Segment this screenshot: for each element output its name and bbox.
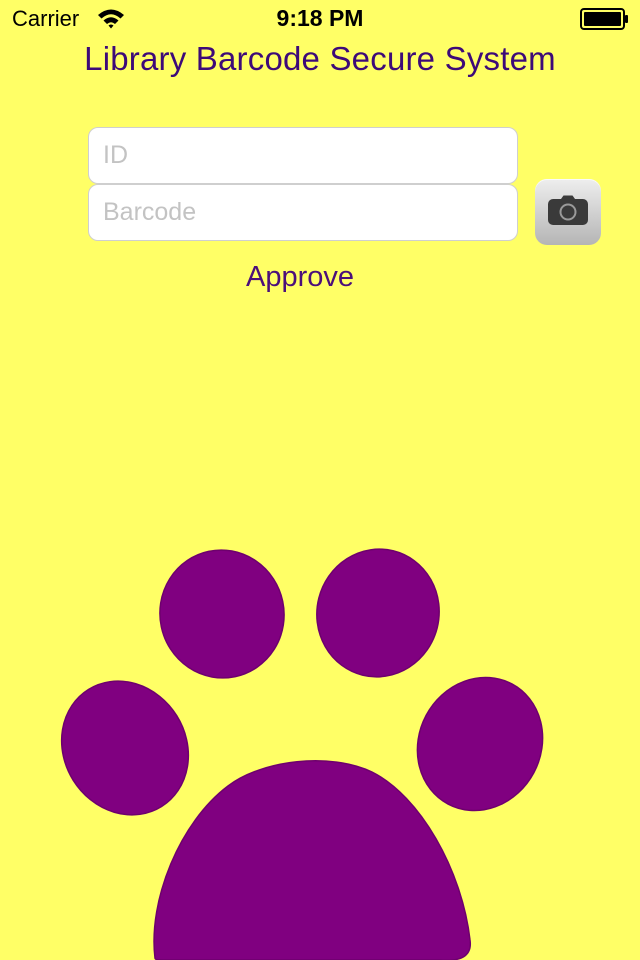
id-input[interactable]	[88, 127, 518, 184]
battery-icon	[580, 8, 628, 30]
status-bar: Carrier 9:18 PM	[0, 0, 640, 40]
scan-barcode-button[interactable]	[535, 179, 601, 245]
status-time: 9:18 PM	[276, 5, 364, 31]
page-title: Library Barcode Secure System	[84, 40, 556, 77]
approve-button[interactable]: Approve	[200, 257, 400, 301]
camera-icon	[548, 195, 588, 225]
barcode-input[interactable]	[88, 184, 518, 241]
paw-print-icon	[60, 548, 544, 960]
